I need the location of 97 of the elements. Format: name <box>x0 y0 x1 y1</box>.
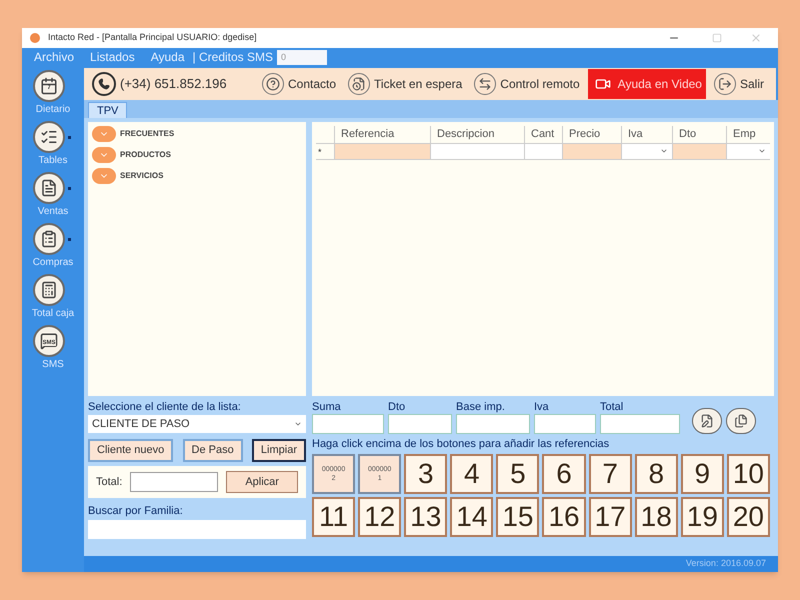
column-header: Referencia <box>334 126 430 142</box>
total-field[interactable] <box>388 414 452 434</box>
chevron-icon[interactable] <box>92 168 116 184</box>
reference-button[interactable]: 7 <box>588 454 632 494</box>
sidebar-label: Total caja <box>32 307 74 321</box>
reference-button[interactable]: 20 <box>726 497 770 537</box>
column-header: Iva <box>621 126 672 142</box>
reference-button[interactable]: 16 <box>542 497 586 537</box>
table-cell[interactable] <box>726 144 770 158</box>
table-cell[interactable] <box>334 144 430 158</box>
sidebar-label: SMS <box>42 358 64 372</box>
dropdown-icon[interactable] <box>758 147 766 155</box>
total-field[interactable] <box>534 414 596 434</box>
total-input[interactable] <box>130 472 218 492</box>
question-icon <box>262 73 284 95</box>
total-field[interactable] <box>312 414 384 434</box>
sms-credits-label: | Creditos SMS <box>192 49 274 66</box>
toolbar-button[interactable]: Salir <box>710 69 768 99</box>
reference-button[interactable]: 18 <box>634 497 678 537</box>
reference-button[interactable]: 11 <box>312 497 356 537</box>
clipboard-icon <box>40 230 58 248</box>
sidebar-label: Compras <box>32 256 74 270</box>
version-text: Version: 2016.09.07 <box>686 557 766 570</box>
reference-button[interactable]: 12 <box>358 497 402 537</box>
column-header: Precio <box>562 126 621 142</box>
reference-button[interactable]: 5 <box>496 454 540 494</box>
family-search-label: Buscar por Familia: <box>88 504 184 518</box>
toolbar-button[interactable]: Control remoto <box>470 69 584 99</box>
apply-button[interactable]: Aplicar <box>226 471 298 493</box>
sidebar-label: Dietario <box>36 103 70 117</box>
caret-icon <box>294 420 302 428</box>
calendar-icon <box>40 77 58 95</box>
chevron-icon[interactable] <box>92 147 116 163</box>
total-label: Total: <box>96 474 122 490</box>
reference-button[interactable]: 19 <box>680 497 724 537</box>
hint-text: Haga click encima de los botones para añadir las referencias <box>312 437 610 451</box>
reference-button[interactable]: 4 <box>450 454 494 494</box>
arrows-icon <box>474 73 496 95</box>
close-icon[interactable] <box>750 32 762 44</box>
document-clock-icon <box>348 73 370 95</box>
family-item[interactable]: PRODUCTOS <box>120 149 171 161</box>
reference-button[interactable]: 13 <box>404 497 448 537</box>
maximize-icon[interactable] <box>712 33 722 43</box>
reference-button[interactable]: 15 <box>496 497 540 537</box>
documents-icon[interactable] <box>726 408 756 434</box>
table-cell[interactable] <box>430 144 524 158</box>
calculator-icon <box>40 281 58 299</box>
total-field[interactable] <box>600 414 680 434</box>
column-header: Cant <box>524 126 562 142</box>
total-label: Base imp. <box>456 400 506 414</box>
exit-icon <box>714 73 736 95</box>
total-label: Suma <box>312 400 342 414</box>
total-field[interactable] <box>456 414 530 434</box>
phone-number: (+34) 651.852.196 <box>120 75 227 94</box>
table-cell[interactable] <box>672 144 726 158</box>
total-label: Total <box>600 400 624 414</box>
total-label: Iva <box>534 400 550 414</box>
chevron-icon[interactable] <box>92 126 116 142</box>
app-logo-icon <box>30 33 40 43</box>
column-header: Emp <box>726 126 770 142</box>
reference-button[interactable]: 6 <box>542 454 586 494</box>
client-button[interactable]: Limpiar <box>252 439 306 462</box>
total-label: Dto <box>388 400 406 414</box>
phone-icon <box>92 72 116 96</box>
toolbar-button[interactable]: Contacto <box>258 69 340 99</box>
sidebar-label: Tables <box>38 154 68 168</box>
client-button[interactable]: De Paso <box>182 439 243 462</box>
sidebar-label: Ventas <box>38 205 68 219</box>
family-item[interactable]: SERVICIOS <box>120 170 164 182</box>
dropdown-icon[interactable] <box>660 147 668 155</box>
reference-button[interactable]: 17 <box>588 497 632 537</box>
reference-button[interactable]: 10 <box>726 454 770 494</box>
column-header: Dto <box>672 126 726 142</box>
table-cell[interactable] <box>562 144 621 158</box>
reference-button[interactable]: 8 <box>634 454 678 494</box>
reference-button[interactable]: 14 <box>450 497 494 537</box>
column-header: Descripcion <box>430 126 524 142</box>
client-button[interactable]: Cliente nuevo <box>88 439 174 462</box>
family-search-field[interactable] <box>88 520 306 539</box>
window-title: Intacto Red - [Pantalla Principal USUARIO: dgedise] <box>48 31 258 44</box>
tab[interactable]: TPV <box>88 102 128 118</box>
reference-button[interactable]: 3 <box>404 454 448 494</box>
client-dropdown[interactable]: CLIENTE DE PASO <box>88 415 306 433</box>
sidebar-button[interactable] <box>32 121 74 153</box>
family-item[interactable]: FRECUENTES <box>120 128 174 140</box>
chat-bubble-icon <box>40 332 58 350</box>
table-cell[interactable] <box>524 144 562 158</box>
edit-list-icon[interactable] <box>692 408 722 434</box>
document-icon <box>40 179 58 197</box>
new-row-marker: * <box>317 146 323 158</box>
list-icon <box>40 128 58 146</box>
toolbar-button[interactable]: Ticket en espera <box>344 69 466 99</box>
sidebar-button[interactable] <box>32 223 74 255</box>
sidebar-button[interactable] <box>32 172 74 204</box>
client-label: Seleccione el cliente de la lista: <box>88 400 242 414</box>
reference-button[interactable]: 9 <box>680 454 724 494</box>
table-cell[interactable] <box>621 144 672 158</box>
